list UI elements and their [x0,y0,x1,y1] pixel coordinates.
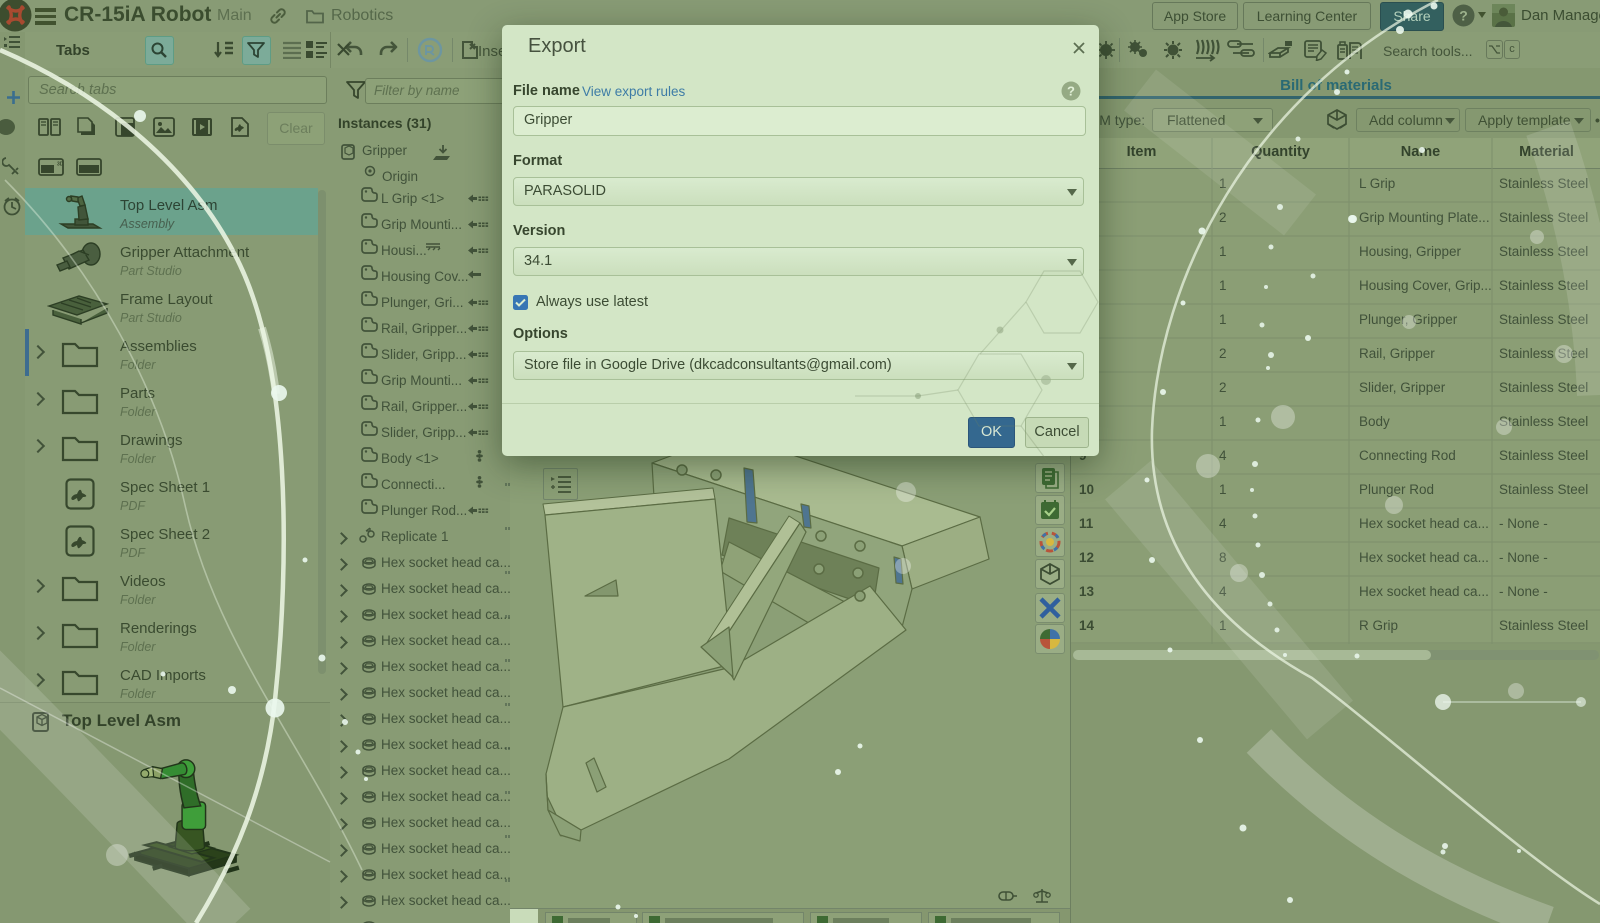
svg-text:3D: 3D [57,162,64,168]
svg-text:?: ? [1067,84,1075,99]
svg-text:?: ? [1459,8,1468,24]
